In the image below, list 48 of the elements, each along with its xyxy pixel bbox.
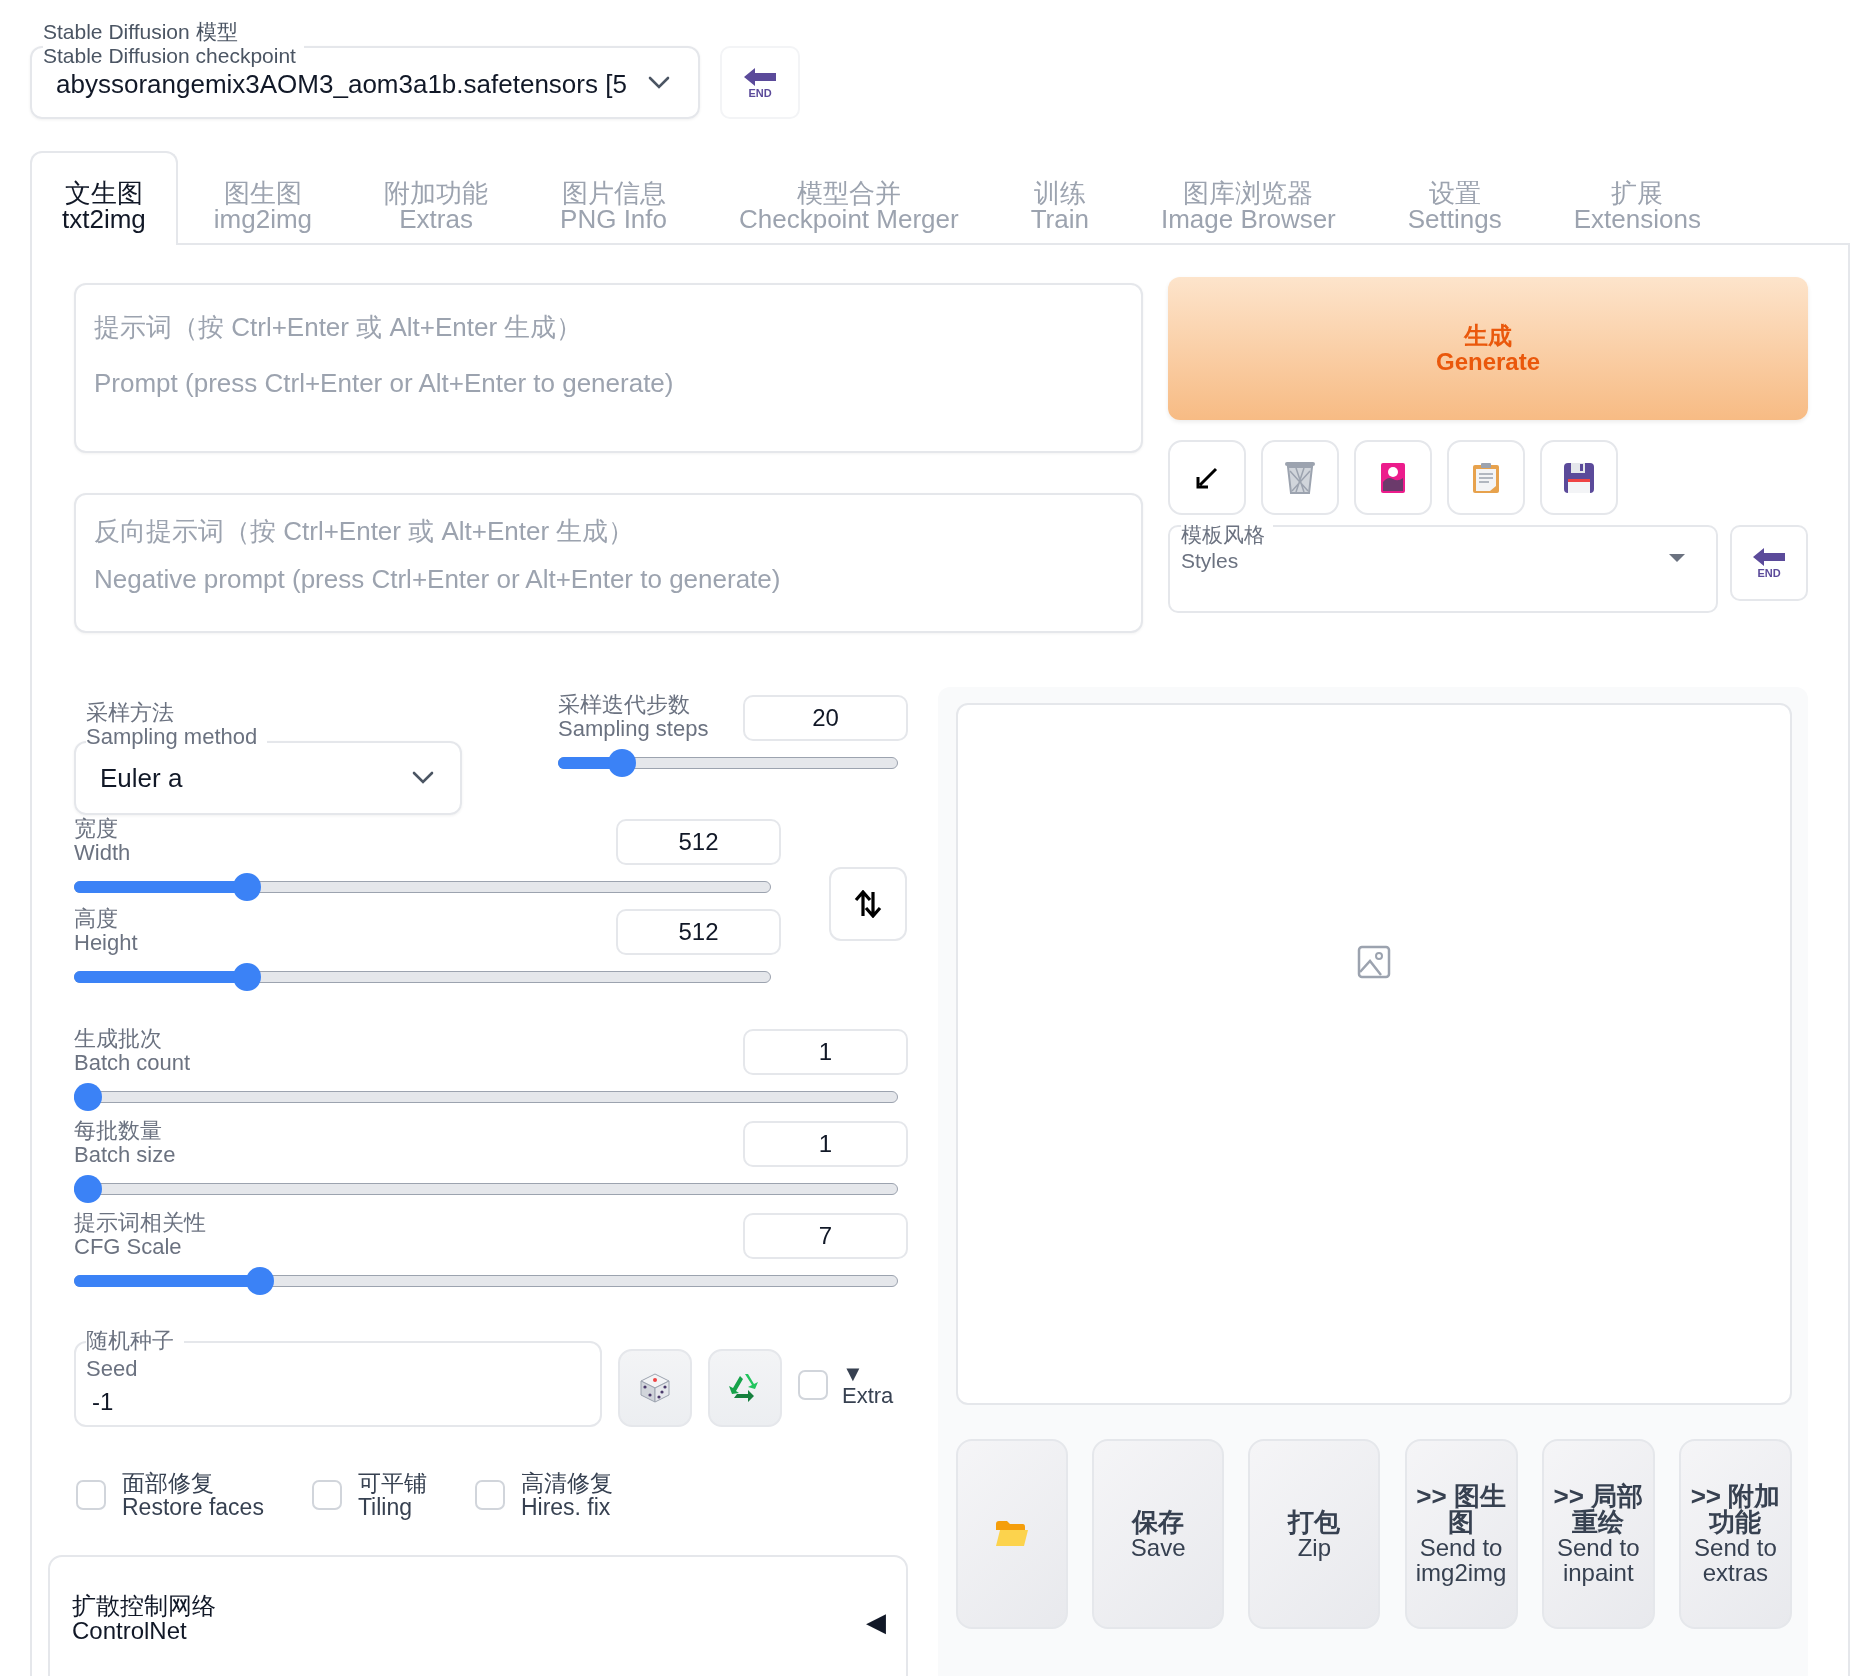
- end-button[interactable]: END: [720, 46, 800, 119]
- number-field[interactable]: 20: [743, 695, 908, 741]
- number-field[interactable]: 1: [743, 1121, 908, 1167]
- checkbox-label: Tiling: [357, 1495, 413, 1519]
- field-label: 生成批次: [74, 1027, 163, 1051]
- field-label: Stable Diffusion checkpoint: [43, 44, 296, 68]
- number-field[interactable]: 1: [743, 1029, 908, 1075]
- checkbox-label: 可平铺: [357, 1471, 427, 1495]
- field-label: Styles: [1181, 549, 1239, 572]
- accordion-title: 扩散控制网络: [72, 1593, 216, 1618]
- negative-prompt-field[interactable]: 反向提示词（按 Ctrl+Enter 或 Alt+Enter 生成） Negative prompt (press Ctrl+Enter or Alt+Enter to generate): [74, 493, 1143, 633]
- field-label: Seed: [86, 1357, 138, 1381]
- number-field[interactable]: 7: [743, 1213, 908, 1259]
- number-field[interactable]: 512: [616, 819, 781, 865]
- gallery-button[interactable]: 保存 Save: [1092, 1439, 1225, 1629]
- gallery-button[interactable]: >> 附加功能 Send to extras: [1678, 1439, 1792, 1629]
- field-label: 高度: [74, 907, 119, 931]
- field-label: 模板风格: [1181, 523, 1265, 547]
- field-label: Width: [74, 841, 131, 865]
- checkbox-label: 高清修复: [520, 1471, 613, 1495]
- gallery-button[interactable]: >> 局部重绘 Send to inpaint: [1541, 1439, 1655, 1629]
- controlnet-accordion[interactable]: 扩散控制网络 ControlNet ◀: [48, 1555, 908, 1676]
- field-label: Sampling steps: [558, 717, 709, 741]
- field-label: CFG Scale: [74, 1235, 183, 1259]
- field-label: Height: [74, 931, 138, 955]
- field-label: 采样迭代步数: [558, 693, 691, 717]
- field-label: 提示词相关性: [74, 1211, 206, 1235]
- field-label: 宽度: [74, 817, 119, 841]
- checkbox-label: Extra: [842, 1385, 894, 1407]
- prompt-field[interactable]: 提示词（按 Ctrl+Enter 或 Alt+Enter 生成） Prompt (press Ctrl+Enter or Alt+Enter to generate): [74, 283, 1143, 453]
- collapse-arrow[interactable]: ◀: [866, 1581, 886, 1638]
- field-label: 每批数量: [74, 1119, 163, 1143]
- field-label: 随机种子: [86, 1328, 184, 1353]
- gallery-button[interactable]: >> 图生图 Send to img2img: [1404, 1439, 1518, 1629]
- field-label: Batch count: [74, 1051, 191, 1075]
- tab[interactable]: 文生图 txt2img: [30, 151, 178, 245]
- checkbox-label: Restore faces: [122, 1495, 264, 1519]
- expand-arrow[interactable]: ▼: [842, 1363, 894, 1385]
- field-label: Batch size: [74, 1143, 176, 1167]
- seed-input[interactable]: -1: [90, 1387, 541, 1417]
- checkbox-label: Hires. fix: [520, 1495, 612, 1519]
- accordion-title: ControlNet: [72, 1618, 188, 1643]
- number-field[interactable]: 512: [616, 909, 781, 955]
- gallery-button[interactable]: 打包 Zip: [1248, 1439, 1381, 1629]
- field-label: Stable Diffusion 模型: [43, 20, 239, 44]
- checkbox-label: 面部修复: [122, 1471, 215, 1495]
- field-label: 采样方法: [86, 701, 175, 725]
- end-button[interactable]: END: [1730, 525, 1808, 601]
